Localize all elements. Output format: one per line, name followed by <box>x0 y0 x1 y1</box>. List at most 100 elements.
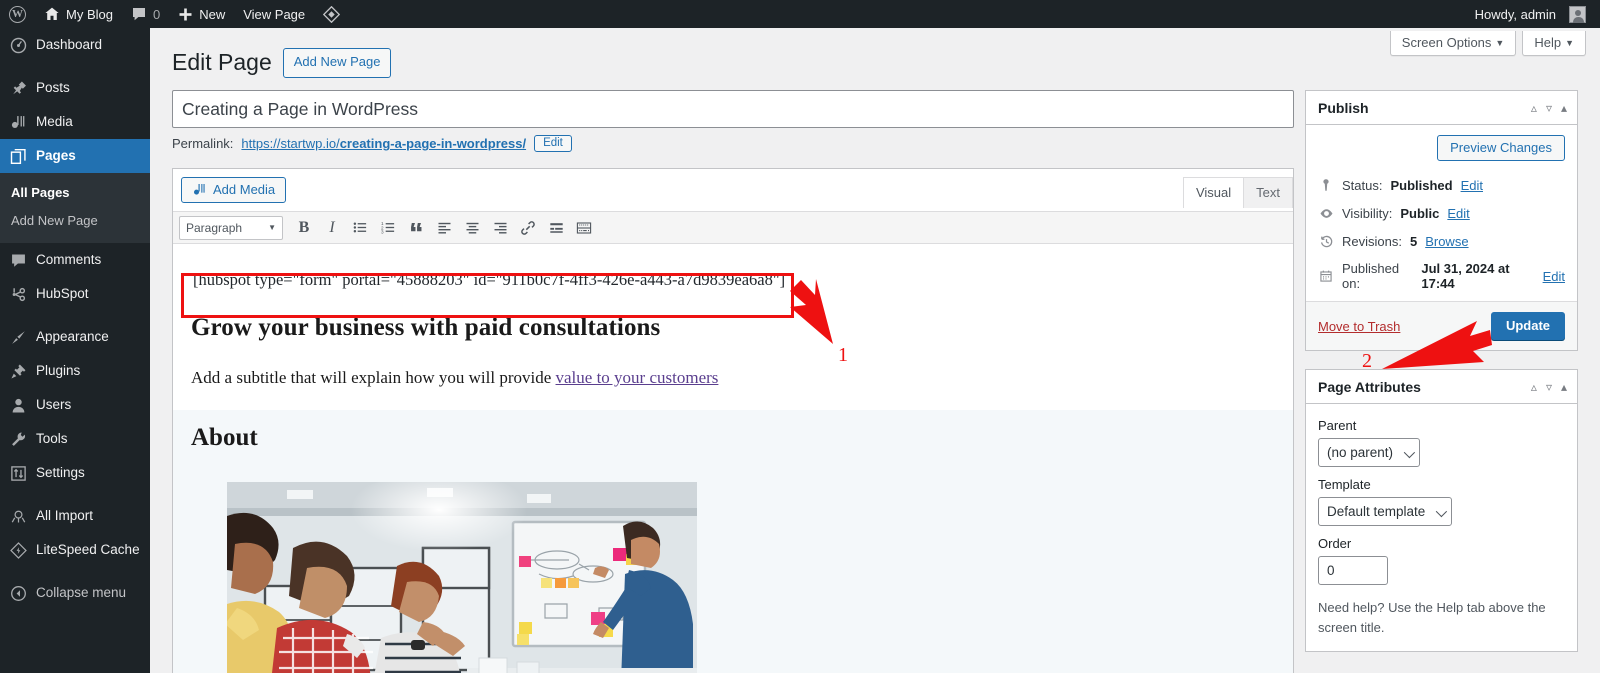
sidebar-item-label: Posts <box>36 80 70 95</box>
about-heading[interactable]: About <box>191 424 1275 452</box>
editor-column: Permalink: https://startwp.io/creating-a… <box>172 90 1294 673</box>
permalink-slug: creating-a-page-in-wordpress/ <box>339 136 527 151</box>
permalink-link[interactable]: https://startwp.io/creating-a-page-in-wo… <box>241 136 526 151</box>
view-page-label: View Page <box>243 6 306 22</box>
format-select-value: Paragraph <box>186 220 243 235</box>
sidebar-item-pages[interactable]: Pages <box>0 139 158 173</box>
sidebar-item-settings[interactable]: Settings <box>0 456 150 490</box>
content-subtitle-link[interactable]: value to your customers <box>556 368 719 387</box>
svg-text:3: 3 <box>381 230 384 235</box>
add-media-button[interactable]: Add Media <box>181 177 287 203</box>
chevron-down-icon[interactable]: ▿ <box>1546 102 1552 114</box>
format-select[interactable]: Paragraph ▼ <box>179 215 283 240</box>
site-name-menu[interactable]: My Blog <box>35 0 122 28</box>
comment-bubble-icon <box>131 6 147 22</box>
collapse-menu-button[interactable]: Collapse menu <box>0 576 150 610</box>
comments-menu[interactable]: 0 <box>122 0 169 28</box>
parent-select[interactable]: (no parent) <box>1318 438 1421 467</box>
chevron-down-icon[interactable]: ▿ <box>1546 381 1552 393</box>
sidebar-item-label: Plugins <box>36 363 81 378</box>
collapse-arrow-icon <box>9 584 27 602</box>
template-select[interactable]: Default template <box>1318 497 1453 526</box>
menu-separator <box>0 567 150 576</box>
sidebar-item-litespeed-cache[interactable]: LiteSpeed Cache <box>0 533 150 567</box>
align-right-button[interactable] <box>487 215 513 240</box>
visibility-value: Public <box>1400 205 1440 221</box>
chevron-up-icon[interactable]: ▵ <box>1531 381 1537 393</box>
eye-icon <box>1318 205 1334 221</box>
visibility-row: Visibility: Public Edit <box>1306 199 1577 227</box>
insert-link-button[interactable] <box>515 215 541 240</box>
team-meeting-whiteboard-photo[interactable] <box>227 482 697 673</box>
editor-content-body[interactable]: [hubspot type="form" portal="45888203" i… <box>173 262 1293 673</box>
sidebar-item-tools[interactable]: Tools <box>0 422 150 456</box>
minor-publishing-actions: Preview Changes <box>1306 125 1577 171</box>
sidebar-item-dashboard[interactable]: Dashboard <box>0 28 150 62</box>
add-new-page-button[interactable]: Add New Page <box>282 48 392 78</box>
help-button[interactable]: Help ▼ <box>1522 31 1586 56</box>
wordpress-logo-menu[interactable]: W <box>0 0 35 28</box>
preview-changes-button[interactable]: Preview Changes <box>1437 135 1565 161</box>
status-edit-link[interactable]: Edit <box>1461 178 1483 193</box>
visibility-edit-link[interactable]: Edit <box>1447 206 1469 221</box>
toggle-panel-icon[interactable]: ▴ <box>1561 381 1567 393</box>
content-subtitle[interactable]: Add a subtitle that will explain how you… <box>191 368 1275 388</box>
align-center-button[interactable] <box>459 215 485 240</box>
comments-count: 0 <box>152 6 161 22</box>
sidebar-item-label: Media <box>36 114 73 129</box>
italic-button[interactable]: I <box>319 215 345 240</box>
sidebar-item-label: Settings <box>36 465 85 480</box>
screen-options-button[interactable]: Screen Options ▼ <box>1389 31 1517 56</box>
media-buttons-row: Add Media <box>173 169 1293 203</box>
sidebar-item-hubspot[interactable]: HubSpot <box>0 277 150 311</box>
sidebar-item-add-new-page[interactable]: Add New Page <box>0 207 150 235</box>
chevron-down-icon: ▼ <box>1495 38 1505 48</box>
sidebar-item-posts[interactable]: Posts <box>0 71 150 105</box>
page-title-input[interactable] <box>172 90 1294 128</box>
about-section: About <box>173 410 1293 673</box>
sidebar-item-users[interactable]: Users <box>0 388 150 422</box>
media-music-icon <box>9 113 27 131</box>
chevron-up-icon[interactable]: ▵ <box>1531 102 1537 114</box>
sidebar-item-label: Tools <box>36 431 68 446</box>
shortcode-text[interactable]: [hubspot type="form" portal="45888203" i… <box>187 262 1279 298</box>
sidebar-item-label: HubSpot <box>36 286 89 301</box>
blockquote-button[interactable] <box>403 215 429 240</box>
sidebar-item-appearance[interactable]: Appearance <box>0 320 150 354</box>
chevron-down-icon <box>1403 446 1416 458</box>
order-input[interactable] <box>1318 556 1388 585</box>
sidebar-item-media[interactable]: Media <box>0 105 150 139</box>
litespeed-diamond-icon <box>9 541 27 559</box>
litespeed-menu[interactable] <box>314 0 349 28</box>
user-icon <box>9 396 27 414</box>
content-heading[interactable]: Grow your business with paid consultatio… <box>191 314 1275 342</box>
new-content-menu[interactable]: New <box>169 0 234 28</box>
align-left-button[interactable] <box>431 215 457 240</box>
dashboard-gauge-icon <box>9 36 27 54</box>
publish-box-handle-actions: ▵ ▿ ▴ <box>1531 102 1567 114</box>
comment-bubble-icon <box>9 251 27 269</box>
numbered-list-button[interactable]: 123 <box>375 215 401 240</box>
sidebar-item-label: LiteSpeed Cache <box>36 542 140 557</box>
edit-permalink-button[interactable]: Edit <box>534 135 572 152</box>
toggle-panel-icon[interactable]: ▴ <box>1561 102 1567 114</box>
page-attributes-title: Page Attributes <box>1318 378 1421 395</box>
avatar-icon <box>1569 5 1586 23</box>
my-account-menu[interactable]: Howdy, admin <box>1466 0 1600 28</box>
published-on-edit-link[interactable]: Edit <box>1543 269 1565 284</box>
revisions-browse-link[interactable]: Browse <box>1425 234 1468 249</box>
sidebar-item-all-pages[interactable]: All Pages <box>0 179 150 207</box>
published-on-value: Jul 31, 2024 at 17:44 <box>1421 261 1510 291</box>
sidebar-item-plugins[interactable]: Plugins <box>0 354 150 388</box>
bold-button[interactable]: B <box>291 215 317 240</box>
update-button[interactable]: Update <box>1490 312 1565 340</box>
view-page-link[interactable]: View Page <box>234 0 314 28</box>
move-to-trash-link[interactable]: Move to Trash <box>1318 319 1400 334</box>
sidebar-item-all-import[interactable]: All Import <box>0 499 150 533</box>
chevron-down-icon: ▼ <box>1565 38 1574 48</box>
toolbar-toggle-button[interactable] <box>571 215 597 240</box>
plug-icon <box>9 362 27 380</box>
sidebar-item-comments[interactable]: Comments <box>0 243 150 277</box>
bulleted-list-button[interactable] <box>347 215 373 240</box>
read-more-button[interactable] <box>543 215 569 240</box>
